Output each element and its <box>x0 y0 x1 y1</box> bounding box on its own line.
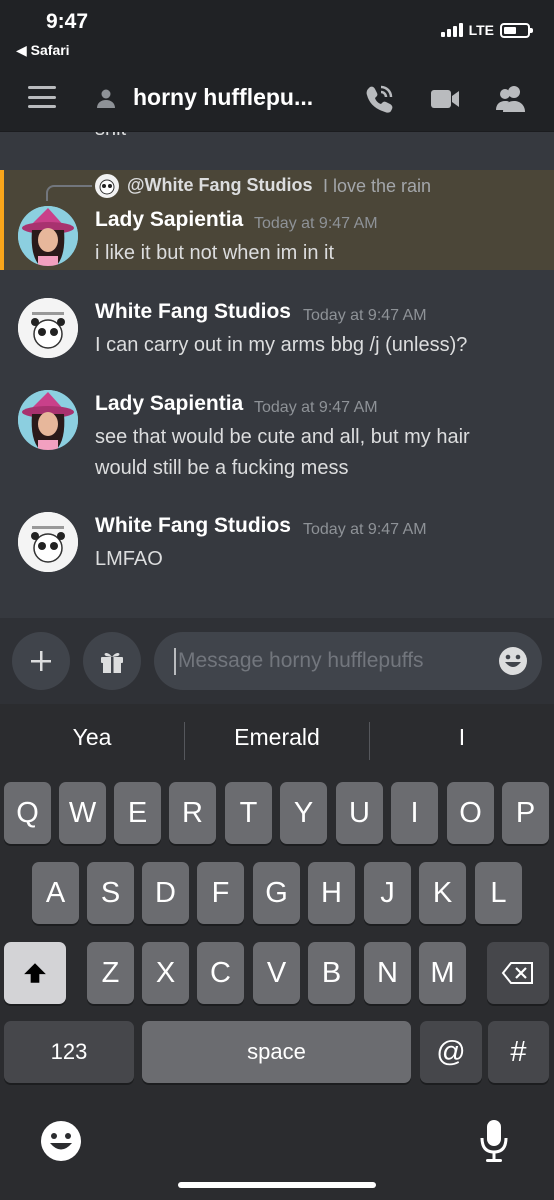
attach-button[interactable] <box>12 632 70 690</box>
message-author[interactable]: Lady Sapientia <box>95 392 243 416</box>
key-t[interactable]: T <box>225 782 272 844</box>
voice-call-icon[interactable] <box>362 82 396 116</box>
key-g[interactable]: G <box>253 862 300 924</box>
reply-avatar <box>95 174 119 198</box>
hash-key[interactable]: # <box>488 1021 549 1083</box>
key-o[interactable]: O <box>447 782 494 844</box>
key-z[interactable]: Z <box>87 942 134 1004</box>
key-m[interactable]: M <box>419 942 466 1004</box>
channel-header: horny hufflepu... <box>0 66 554 132</box>
top-bar: 9:47 ◀ Safari LTE horny hufflepu... <box>0 0 554 132</box>
text-caret <box>174 648 176 675</box>
suggestion-1[interactable]: Yea <box>0 724 184 751</box>
message-input-placeholder: Message horny hufflepuffs <box>178 649 424 672</box>
key-h[interactable]: H <box>308 862 355 924</box>
emoji-keyboard-icon[interactable] <box>40 1120 82 1162</box>
message-content: LMFAO <box>95 544 535 575</box>
video-call-icon[interactable] <box>428 82 462 116</box>
suggestion-3[interactable]: I <box>370 724 554 751</box>
key-c[interactable]: C <box>197 942 244 1004</box>
shift-arrow-icon <box>24 963 46 983</box>
key-a[interactable]: A <box>32 862 79 924</box>
message-line: i like it but not when im in it <box>95 242 334 264</box>
message-input[interactable]: Message horny hufflepuffs <box>154 632 542 690</box>
reply-author[interactable]: @White Fang Studios <box>127 175 313 196</box>
suggestion-2[interactable]: Emerald <box>185 724 369 751</box>
key-i[interactable]: I <box>391 782 438 844</box>
group-dm-icon <box>97 89 115 108</box>
message-timestamp: Today at 9:47 AM <box>254 399 378 416</box>
members-icon[interactable] <box>494 82 528 116</box>
message-author[interactable]: White Fang Studios <box>95 514 291 538</box>
cut-off-message-text: shit <box>95 132 126 141</box>
message-timestamp: Today at 9:47 AM <box>254 215 378 232</box>
space-key[interactable]: space <box>142 1021 411 1083</box>
key-k[interactable]: K <box>419 862 466 924</box>
status-indicators: LTE <box>440 22 533 38</box>
plus-icon <box>31 651 51 671</box>
key-x[interactable]: X <box>142 942 189 1004</box>
key-n[interactable]: N <box>364 942 411 1004</box>
delete-key[interactable] <box>487 942 549 1004</box>
key-w[interactable]: W <box>59 782 106 844</box>
key-f[interactable]: F <box>197 862 244 924</box>
message-author[interactable]: White Fang Studios <box>95 300 291 324</box>
key-e[interactable]: E <box>114 782 161 844</box>
reply-connector <box>46 185 92 201</box>
gift-button[interactable] <box>83 632 141 690</box>
message-line: I can carry out in my arms bbg /j (unles… <box>95 334 468 356</box>
message-list[interactable]: shit @White Fang Studios I love the rain… <box>0 132 554 618</box>
key-q[interactable]: Q <box>4 782 51 844</box>
ios-keyboard: Yea Emerald I Q W E R T Y U I O P A S D … <box>0 704 554 1200</box>
key-d[interactable]: D <box>142 862 189 924</box>
message-composer: Message horny hufflepuffs <box>0 618 554 704</box>
message-timestamp: Today at 9:47 AM <box>303 307 427 324</box>
home-indicator[interactable] <box>178 1182 376 1188</box>
status-time: 9:47 <box>46 10 89 33</box>
shift-key[interactable] <box>4 942 66 1004</box>
emoji-icon[interactable] <box>498 646 528 676</box>
key-u[interactable]: U <box>336 782 383 844</box>
at-key[interactable]: @ <box>420 1021 482 1083</box>
key-j[interactable]: J <box>364 862 411 924</box>
channel-title[interactable]: horny hufflepu... <box>133 84 333 111</box>
key-y[interactable]: Y <box>280 782 327 844</box>
battery-icon <box>500 22 533 38</box>
key-b[interactable]: B <box>308 942 355 1004</box>
message-content: see that would be cute and all, but my h… <box>95 422 535 484</box>
dictation-mic-icon[interactable] <box>478 1118 510 1164</box>
message-content: i like it but not when im in it <box>95 238 535 269</box>
message-line: see that would be cute and all, but my h… <box>95 426 470 448</box>
message-line: LMFAO <box>95 548 163 570</box>
message-timestamp: Today at 9:47 AM <box>303 521 427 538</box>
gift-icon <box>101 653 123 673</box>
key-l[interactable]: L <box>475 862 522 924</box>
message-author[interactable]: Lady Sapientia <box>95 208 243 232</box>
message-content: I can carry out in my arms bbg /j (unles… <box>95 330 535 361</box>
key-s[interactable]: S <box>87 862 134 924</box>
numbers-key[interactable]: 123 <box>4 1021 134 1083</box>
key-v[interactable]: V <box>253 942 300 1004</box>
avatar[interactable] <box>18 298 78 358</box>
key-p[interactable]: P <box>502 782 549 844</box>
avatar[interactable] <box>18 390 78 450</box>
key-r[interactable]: R <box>169 782 216 844</box>
cellular-signal-icon <box>440 23 463 37</box>
network-type: LTE <box>468 22 494 38</box>
backspace-icon <box>501 962 533 984</box>
back-to-safari-link[interactable]: ◀ Safari <box>16 42 70 59</box>
menu-icon[interactable] <box>28 86 56 108</box>
avatar[interactable] <box>18 206 78 266</box>
reply-preview-text[interactable]: I love the rain <box>323 176 431 197</box>
predictive-bar: Yea Emerald I <box>0 704 554 778</box>
avatar[interactable] <box>18 512 78 572</box>
message-line: would still be a fucking mess <box>95 457 349 479</box>
